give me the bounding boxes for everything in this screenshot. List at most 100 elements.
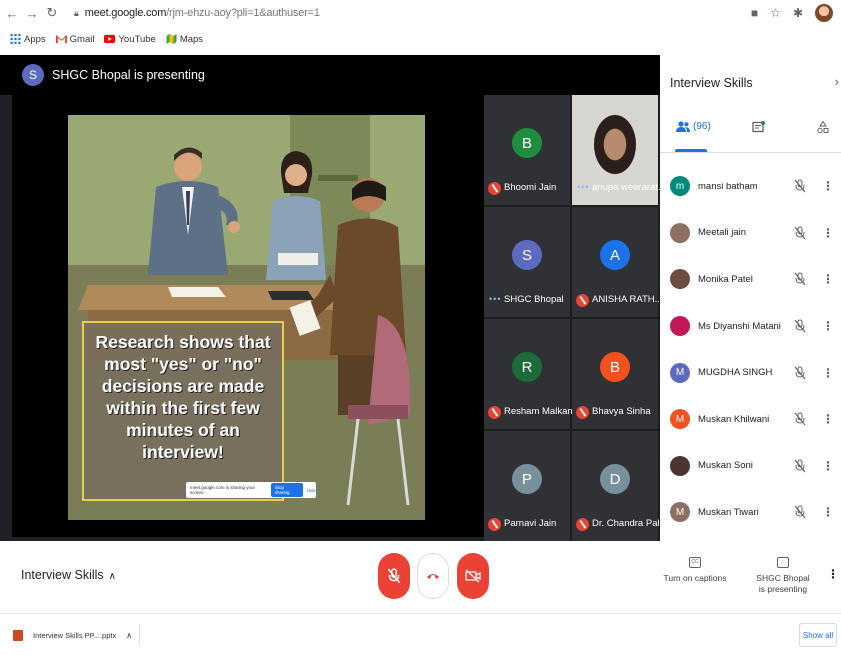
caption-line: most "yes" or "no" xyxy=(104,354,262,374)
meet-area: S SHGC Bhopal is presenting Research sho… xyxy=(0,55,841,541)
tile-name: ANISHA RATH... xyxy=(592,294,663,305)
participant-avatar: m xyxy=(670,176,690,197)
more-options-icon[interactable]: ⋮ xyxy=(822,272,834,286)
tab-activities[interactable] xyxy=(817,121,829,134)
presentation-stage[interactable]: Research shows that most "yes" or "no" d… xyxy=(12,95,484,537)
present-screen-icon: ↑ xyxy=(777,557,789,568)
chevron-up-icon[interactable]: ∧ xyxy=(126,631,132,640)
more-options-icon[interactable]: ⋮ xyxy=(822,366,834,380)
list-item[interactable]: M Muskan Tiwari ⋮ xyxy=(660,489,841,536)
download-item[interactable]: Interview Skills PP....pptx ∧ xyxy=(13,624,140,646)
participant-tile[interactable]: R Resham Malkani xyxy=(484,319,575,429)
participant-name: Muskan Soni xyxy=(698,460,753,472)
tab-people[interactable]: (96) xyxy=(676,121,711,132)
show-all-button[interactable]: Show all xyxy=(799,623,837,647)
list-item[interactable]: M Muskan Khilwani ⋮ xyxy=(660,396,841,443)
meeting-details-button[interactable]: Interview Skills ∧ xyxy=(21,568,116,582)
mic-off-icon xyxy=(488,406,501,419)
mic-muted-icon[interactable] xyxy=(794,319,806,333)
reload-icon[interactable]: ↻ xyxy=(44,5,60,21)
participant-name: Muskan Khilwani xyxy=(698,413,770,425)
participant-tile[interactable]: P Parnavi Jain xyxy=(484,431,570,541)
mic-off-icon xyxy=(576,294,589,307)
stop-sharing-button[interactable]: Stop sharing xyxy=(270,483,303,497)
tile-name: SHGC Bhopal xyxy=(504,294,564,305)
bookmark-apps[interactable]: Apps xyxy=(10,34,46,45)
tab-chat[interactable] xyxy=(752,121,765,134)
camera-indicator-icon[interactable]: ■ xyxy=(751,6,758,20)
list-item[interactable]: Monika Patel ⋮ xyxy=(660,256,841,303)
participant-tile[interactable]: B Bhoomi Jain xyxy=(484,95,570,205)
mic-muted-icon[interactable] xyxy=(794,366,806,380)
presenting-line: SHGC Bhopal xyxy=(756,573,810,583)
address-bar: ← → ↻ 🔒︎ meet.google.com/rjm-ehzu-aoy?pl… xyxy=(0,0,841,26)
participant-avatar: M xyxy=(670,409,690,430)
presenter-label: SHGC Bhopal is presenting xyxy=(52,68,205,82)
people-icon xyxy=(676,121,690,132)
participant-tile[interactable]: B Bhavya Sinha xyxy=(572,319,658,429)
bookmark-star-icon[interactable]: ☆ xyxy=(770,6,781,20)
tile-avatar: B xyxy=(512,128,542,158)
bookmark-youtube[interactable]: YouTube xyxy=(104,34,156,45)
camera-toggle-button[interactable] xyxy=(457,553,489,599)
list-item[interactable]: Meetali jain ⋮ xyxy=(660,210,841,257)
tile-avatar: A xyxy=(600,240,630,270)
more-options-icon[interactable]: ⋮ xyxy=(822,412,834,426)
mic-muted-icon[interactable] xyxy=(794,412,806,426)
mic-off-icon xyxy=(576,406,589,419)
download-bar: Interview Skills PP....pptx ∧ Show all xyxy=(0,613,841,655)
participant-tile[interactable]: S ••• SHGC Bhopal xyxy=(484,207,570,317)
mic-muted-icon[interactable] xyxy=(794,179,806,193)
mic-muted-icon[interactable] xyxy=(794,459,806,473)
more-options-icon[interactable]: ⋮ xyxy=(822,505,834,519)
meeting-name: Interview Skills xyxy=(21,568,104,582)
extensions-icon[interactable]: ✱ xyxy=(793,6,803,20)
participant-tile[interactable]: A ANISHA RATH... xyxy=(572,207,663,317)
participant-name: Muskan Tiwari xyxy=(698,506,759,518)
url-path: /rjm-ehzu-aoy?pli=1&authuser=1 xyxy=(166,7,320,19)
more-options-icon[interactable]: ⋮ xyxy=(822,226,834,240)
caption-line: within the first few xyxy=(106,398,260,418)
bookmark-maps[interactable]: Maps xyxy=(166,34,203,45)
bookmark-gmail[interactable]: Gmail xyxy=(55,34,94,45)
captions-button[interactable]: CC Turn on captions xyxy=(662,555,728,584)
close-panel-icon[interactable]: › xyxy=(835,74,839,89)
present-button[interactable]: ↑ SHGC Bhopal is presenting xyxy=(752,555,814,595)
more-options-icon[interactable]: ⋮ xyxy=(827,567,839,581)
more-options-icon[interactable]: ⋮ xyxy=(822,319,834,333)
participant-name: Ms Diyanshi Matani xyxy=(698,320,781,332)
tile-name: anupa weerarat... xyxy=(592,182,666,193)
more-options-icon[interactable]: ⋮ xyxy=(822,459,834,473)
participant-tile[interactable]: D Dr. Chandra Pal... xyxy=(572,431,668,541)
presenting-line: is presenting xyxy=(758,584,808,594)
tile-name: Resham Malkani xyxy=(504,406,575,417)
more-options-icon[interactable]: ⋮ xyxy=(822,179,834,193)
speaking-indicator-icon: ••• xyxy=(489,294,502,304)
list-item[interactable]: M MUGDHA SINGH ⋮ xyxy=(660,349,841,396)
hide-share-notice-button[interactable]: Hide xyxy=(307,488,316,493)
mic-off-icon xyxy=(387,568,401,584)
lock-icon[interactable]: 🔒︎ xyxy=(74,8,79,19)
mic-muted-icon[interactable] xyxy=(794,226,806,240)
meeting-controls: Interview Skills ∧ CC Turn on captions ↑ … xyxy=(0,541,841,613)
mic-toggle-button[interactable] xyxy=(378,553,410,599)
list-item[interactable]: Ms Diyanshi Matani ⋮ xyxy=(660,303,841,350)
forward-icon[interactable]: → xyxy=(24,6,40,21)
hang-up-icon xyxy=(427,574,439,579)
profile-avatar[interactable] xyxy=(815,4,833,22)
list-item[interactable]: Muskan Soni ⋮ xyxy=(660,443,841,490)
participant-avatar xyxy=(670,455,690,476)
apps-grid-icon xyxy=(10,34,21,44)
tile-name: Dr. Chandra Pal... xyxy=(592,518,668,529)
download-filename: Interview Skills PP....pptx xyxy=(33,630,117,640)
participant-list: m mansi batham ⋮ Meetali jain ⋮ Monika P… xyxy=(660,163,841,536)
leave-call-button[interactable] xyxy=(417,553,449,599)
panel-tabs: (96) xyxy=(660,117,841,153)
mic-muted-icon[interactable] xyxy=(794,272,806,286)
mic-muted-icon[interactable] xyxy=(794,505,806,519)
list-item[interactable]: m mansi batham ⋮ xyxy=(660,163,841,210)
url-field[interactable]: meet.google.com/rjm-ehzu-aoy?pli=1&authu… xyxy=(85,7,320,19)
youtube-icon xyxy=(104,34,116,44)
back-icon[interactable]: ← xyxy=(4,6,20,21)
participant-tile[interactable]: ••• anupa weerarat... xyxy=(572,95,666,205)
